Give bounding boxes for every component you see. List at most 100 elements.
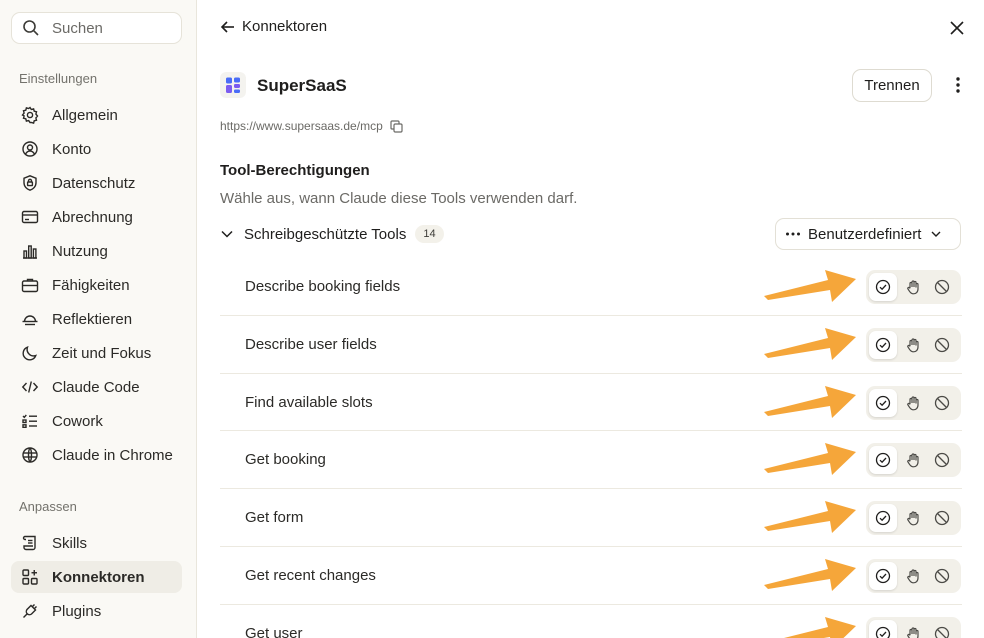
check-circle-icon [875,395,890,410]
block-button[interactable] [928,446,956,474]
more-options-icon[interactable] [948,75,968,95]
ask-permission-button[interactable] [899,389,927,417]
tool-row: Get recent changes [220,547,962,605]
sidebar-item-allgemein[interactable]: Allgemein [11,99,182,131]
hand-icon [906,338,919,353]
connector-name: SuperSaaS [257,76,347,95]
check-circle-icon [875,511,890,526]
connector-detail-panel: Konnektoren SuperSaaS Trennen https://ww… [198,0,984,638]
sidebar-item-faehigkeiten[interactable]: Fähigkeiten [11,269,182,301]
arrow-left-icon [220,20,234,33]
check-circle-icon [875,337,890,352]
permission-segmented-control [866,327,961,362]
search-placeholder: Suchen [52,19,103,37]
ask-permission-button[interactable] [899,562,927,590]
hand-icon [906,511,919,526]
allow-always-button[interactable] [869,504,897,533]
hand-icon [906,395,919,410]
tool-row: Get form [220,489,962,547]
tool-row: Describe user fields [220,316,962,374]
block-icon [935,395,950,410]
permission-segmented-control [866,385,961,420]
annotation-arrow [764,501,856,534]
sidebar-item-nutzung[interactable]: Nutzung [11,235,182,267]
permission-segmented-control [866,501,961,536]
block-button[interactable] [928,504,956,532]
allow-always-button[interactable] [869,330,897,359]
sidebar-item-cowork[interactable]: Cowork [11,405,182,437]
bar-chart-icon [23,245,37,259]
ask-permission-button[interactable] [899,331,927,359]
sidebar-item-label: Skills [52,534,88,552]
moon-icon [22,346,37,361]
tool-group-toggle[interactable]: Schreibgeschützte Tools 14 [220,225,444,243]
annotation-arrow [764,270,856,302]
sidebar-item-label: Datenschutz [52,174,136,192]
sidebar-item-label: Nutzung [52,242,108,260]
chevron-down-icon [221,230,233,238]
ask-permission-button[interactable] [899,620,927,638]
block-button[interactable] [928,562,956,590]
sidebar-item-zeit-und-fokus[interactable]: Zeit und Fokus [11,337,182,369]
sidebar-item-label: Konnektoren [52,568,145,586]
ask-permission-button[interactable] [899,446,927,474]
gear-icon [21,106,39,124]
search-input[interactable]: Suchen [11,12,182,44]
block-button[interactable] [928,620,956,638]
sidebar-item-claude-in-chrome[interactable]: Claude in Chrome [11,439,182,471]
permission-segmented-control [866,270,961,304]
tool-label: Describe booking fields [245,278,401,295]
tool-label: Find available slots [245,393,373,411]
allow-always-button[interactable] [869,619,897,638]
allow-always-button[interactable] [869,273,897,301]
hand-icon [906,280,919,295]
sidebar-item-label: Zeit und Fokus [52,344,152,362]
sidebar-item-label: Abrechnung [52,208,133,226]
shield-icon [23,175,37,191]
allow-always-button[interactable] [869,561,897,590]
ask-permission-button[interactable] [899,504,927,532]
sidebar-item-plugins[interactable]: Plugins [11,595,182,627]
annotation-arrow [764,385,856,418]
sidebar-item-claude-code[interactable]: Claude Code [11,371,182,403]
sidebar-item-label: Reflektieren [52,310,133,328]
scroll-icon [22,535,36,551]
disconnect-button[interactable]: Trennen [852,69,932,102]
permission-segmented-control [866,443,961,478]
tool-row: Get user [220,605,962,638]
sidebar-item-konto[interactable]: Konto [11,133,182,165]
close-icon[interactable] [948,19,966,37]
ellipsis-icon [786,232,800,236]
permission-mode-dropdown[interactable]: Benutzerdefiniert [775,218,961,250]
tool-list: Describe booking fields Describe user fie… [220,258,962,638]
sidebar-item-konnektoren[interactable]: Konnektoren [11,561,182,593]
tool-row: Describe booking fields [220,258,962,316]
tool-row: Find available slots [220,374,962,432]
block-button[interactable] [928,331,956,359]
annotation-arrow [764,558,856,591]
copy-icon[interactable] [390,119,403,133]
block-button[interactable] [928,273,956,301]
permission-mode-label: Benutzerdefiniert [808,225,922,243]
sidebar-item-label: Cowork [52,412,103,430]
page-title: Konnektoren [242,18,328,35]
annotation-arrow [764,443,856,476]
checklist-icon [22,414,37,429]
back-button[interactable]: Konnektoren [220,18,327,35]
allow-always-button[interactable] [869,446,897,475]
permission-segmented-control [866,558,961,593]
sidebar-item-skills[interactable]: Skills [11,527,182,559]
tool-label: Get form [245,509,304,527]
check-circle-icon [875,626,890,638]
tool-label: Get recent changes [245,566,376,584]
block-button[interactable] [928,389,956,417]
hand-icon [906,569,919,584]
sidebar-item-reflektieren[interactable]: Reflektieren [11,303,182,335]
sidebar-item-datenschutz[interactable]: Datenschutz [11,167,182,199]
plug-icon [23,604,37,618]
ask-permission-button[interactable] [899,273,927,301]
allow-always-button[interactable] [869,388,897,417]
grid-plus-icon [22,569,38,585]
user-circle-icon [22,141,38,157]
sidebar-item-abrechnung[interactable]: Abrechnung [11,201,182,233]
